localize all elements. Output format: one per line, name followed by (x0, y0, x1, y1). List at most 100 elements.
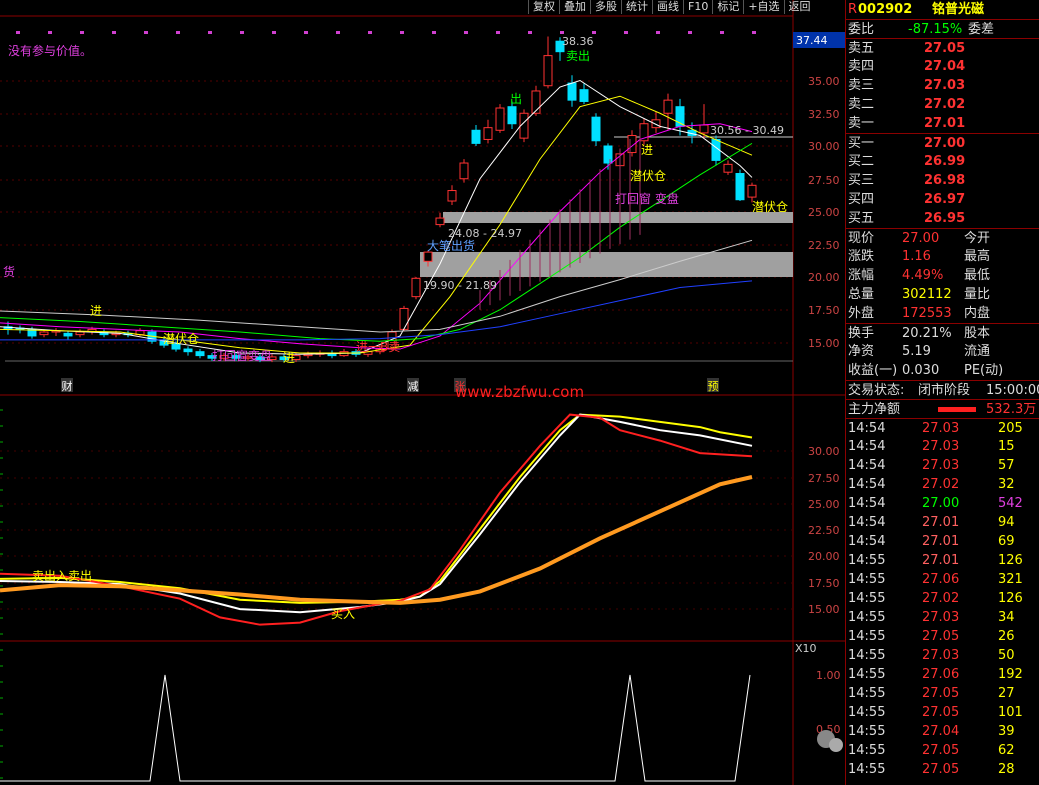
band-label: 30.56 - 30.49 (710, 124, 784, 137)
toolbar-btn-1[interactable]: 叠加 (559, 0, 590, 14)
tick-row-4: 14:54 27.00 542 (846, 494, 1039, 513)
tick-row-8-cell: 321 (998, 572, 1023, 587)
ind-axis-label-5: 17.50 (808, 577, 840, 590)
candle-body (543, 55, 553, 87)
toolbar-btn-8[interactable]: 返回 (783, 0, 815, 14)
goods-label: 货 (3, 264, 15, 279)
toolbar-btn-4[interactable]: 画线 (652, 0, 683, 14)
big-sell-label: 大笔出货 (427, 238, 475, 253)
axis-label-3: 30.00 (808, 140, 840, 153)
ask-row-3-cell: 27.02 (924, 97, 966, 112)
stat-row-1-cell: 最高 (964, 249, 991, 264)
tick-row-6-cell: 69 (998, 534, 1015, 549)
tick-row-7: 14:55 27.01 126 (846, 551, 1039, 570)
tick-row-1-cell: 27.03 (922, 439, 960, 454)
tick-row-16-cell: 14:55 (848, 724, 886, 739)
signal-dot (528, 31, 532, 34)
ask-row-0-cell: 27.05 (924, 41, 966, 56)
tick-row-18-cell: 14:55 (848, 762, 886, 777)
signal-dot (400, 31, 404, 34)
tick-row-4-cell: 542 (998, 496, 1023, 511)
tick-row-16-cell: 27.04 (922, 724, 960, 739)
latent-label-2: 潜伏仓 (752, 200, 788, 214)
candle-body (531, 90, 541, 114)
tick-row-2-cell: 14:54 (848, 458, 886, 473)
zone-label-2: 19.90 - 21.89 (423, 279, 497, 292)
fin-row-2-cell: 收益(一) (848, 363, 898, 378)
bid-row-2-cell: 26.98 (924, 173, 966, 188)
axis-label-4: 27.50 (808, 174, 840, 187)
ask-row-1-cell: 27.04 (924, 59, 966, 74)
ind-axis-label-0: 30.00 (808, 445, 840, 458)
bid-row-3: 买四 26.97 (846, 190, 1039, 209)
wb-row-cell: 委比 (848, 22, 875, 37)
ask-row-3: 卖二 27.02 (846, 95, 1039, 114)
tick-row-11-cell: 27.05 (922, 629, 960, 644)
ask-row-2: 卖三 27.03 (846, 76, 1039, 95)
tick-row-9-cell: 14:55 (848, 591, 886, 606)
tick-row-15-cell: 101 (998, 705, 1023, 720)
wb-row-cell: 委差 (968, 22, 995, 37)
tick-row-0-cell: 205 (998, 421, 1023, 436)
kline-chart[interactable]: 37.44 35.00 32.50 30.00 27.50 25.00 22.50 20.00… (0, 0, 845, 785)
toolbar-btn-6[interactable]: 标记 (712, 0, 743, 14)
stock-title-cell: 002902 (858, 2, 913, 17)
toolbar-btn-7[interactable]: +自选 (743, 0, 783, 14)
tick-row-11-cell: 14:55 (848, 629, 886, 644)
candle-body (183, 348, 193, 353)
tick-row-18-cell: 28 (998, 762, 1015, 777)
tick-row-1-cell: 14:54 (848, 439, 886, 454)
tick-row-1-cell: 15 (998, 439, 1015, 454)
candle-body (75, 331, 85, 336)
signal-dot (16, 31, 20, 34)
stat-row-3-cell: 量比 (964, 287, 991, 302)
ind-label-1: 卖出入卖出 (32, 569, 92, 583)
candle-body (603, 145, 613, 164)
toolbar-btn-0[interactable]: 复权 (528, 0, 559, 14)
tick-row-10-cell: 14:55 (848, 610, 886, 625)
tick-row-6: 14:54 27.01 69 (846, 532, 1039, 551)
candle-body (435, 217, 445, 226)
tick-row-17-cell: 14:55 (848, 743, 886, 758)
tick-row-0: 14:54 27.03 205 (846, 418, 1039, 437)
candle-body (459, 162, 469, 180)
toolbar-btn-2[interactable]: 多股 (590, 0, 621, 14)
tick-row-13-cell: 14:55 (848, 667, 886, 682)
signal-dot (752, 31, 756, 34)
candle-body (399, 307, 409, 330)
ind-axis-label-1: 27.50 (808, 472, 840, 485)
stat-row-1-cell: 涨跌 (848, 249, 875, 264)
candle-body (567, 82, 577, 101)
tick-row-17-cell: 27.05 (922, 743, 960, 758)
signal-dot (656, 31, 660, 34)
event-1: 减 (408, 380, 419, 393)
ask-row-2-cell: 卖三 (848, 78, 875, 93)
tick-row-0-cell: 27.03 (922, 421, 960, 436)
toolbar-btn-3[interactable]: 统计 (621, 0, 652, 14)
tick-row-8: 14:55 27.06 321 (846, 570, 1039, 589)
candle-body (723, 163, 733, 173)
tick-row-2-cell: 27.03 (922, 458, 960, 473)
candle-61 (735, 169, 745, 202)
candle-body (195, 351, 205, 357)
high-label: 38.36 (562, 35, 594, 48)
axis-label-5: 25.00 (808, 206, 840, 219)
fin-row-2-cell: 0.030 (902, 363, 940, 378)
stat-row-4-cell: 内盘 (964, 306, 991, 321)
signal-dot (368, 31, 372, 34)
signal-dot (176, 31, 180, 34)
bid-row-0-cell: 27.00 (924, 136, 966, 151)
ind-label-2: 买入 (331, 607, 355, 621)
tick-row-12-cell: 27.03 (922, 648, 960, 663)
candle-body (63, 332, 73, 337)
flow-row: 主力净额 532.3万 (846, 399, 1039, 418)
tick-row-16-cell: 39 (998, 724, 1015, 739)
toolbar-btn-5[interactable]: F10 (683, 0, 712, 14)
signal-dot (80, 31, 84, 34)
signal-dot (272, 31, 276, 34)
tick-row-15-cell: 27.05 (922, 705, 960, 720)
in-label-2: 进 (283, 351, 295, 365)
signal-dot (560, 31, 564, 34)
tick-row-13-cell: 27.06 (922, 667, 960, 682)
tick-row-4-cell: 27.00 (922, 496, 960, 511)
